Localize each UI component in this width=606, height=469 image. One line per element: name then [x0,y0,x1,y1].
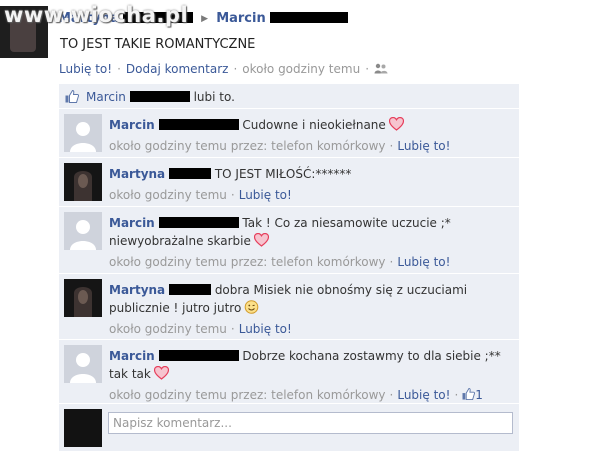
heart-icon [388,117,404,131]
comment-timestamp[interactable]: około godziny temu [109,188,227,202]
comment-text: Cudowne i nieokiełnane [242,118,386,132]
redacted-surname [168,168,211,179]
feedback-box: Marcin lubi to. Marcin Cudowne i nieokie… [59,84,519,451]
comment-like-link[interactable]: Lubię to! [239,188,292,202]
separator: · [365,62,370,76]
avatar[interactable] [64,279,102,317]
arrow-right-icon: ▶ [201,14,209,24]
comment-via: przez: telefon komórkowy [230,388,386,402]
avatar[interactable] [64,114,102,152]
smiley-icon [244,300,259,314]
redacted-surname [129,91,190,102]
comment-timestamp[interactable]: około godziny temu [109,388,227,402]
comment-text: TO JEST MIŁOŚĆ:****** [214,167,352,181]
comment-timestamp[interactable]: około godziny temu [109,255,227,269]
comment-author[interactable]: Marcin [109,118,155,132]
comment-author[interactable]: Marcin [109,216,155,230]
redacted-surname [158,217,239,228]
redacted-surname [168,284,211,295]
current-user-avatar [64,409,102,447]
people-icon[interactable] [374,63,388,74]
comment-like-link[interactable]: Lubię to! [397,139,450,153]
post-recipient-name[interactable]: Marcin [216,11,266,26]
comment-input[interactable] [108,412,513,434]
comment-like-link[interactable]: Lubię to! [397,255,450,269]
liker-name[interactable]: Marcin [86,90,126,104]
thumbs-up-icon [462,387,476,400]
comment: Martyna TO JEST MIŁOŚĆ:****** około godz… [59,158,519,207]
redacted-surname [269,12,348,23]
redacted-surname [158,119,239,130]
post-timestamp[interactable]: około godziny temu [242,62,360,76]
comment-like-link[interactable]: Lubię to! [397,388,450,402]
comment-like-link[interactable]: Lubię to! [239,322,292,336]
separator: · [233,62,238,76]
separator: · [230,188,235,202]
separator: · [389,255,394,269]
separator: · [230,322,235,336]
post-text: TO JEST TAKIE ROMANTYCZNE [60,37,256,52]
comment-author[interactable]: Martyna [109,167,165,181]
post-actions: Lubię to! · Dodaj komentarz · około godziny … [59,62,388,76]
likes-suffix: lubi to. [193,90,235,104]
heart-icon [253,233,269,247]
separator: · [389,388,394,402]
comment: Martyna dobra Misiek nie obnośmy się z u… [59,274,519,340]
separator: · [454,388,459,402]
redacted-surname [158,350,239,361]
comment-via: przez: telefon komórkowy [230,255,386,269]
comment: Marcin Dobrze kochana zostawmy to dla si… [59,340,519,404]
avatar[interactable] [64,163,102,201]
thumbs-up-icon [65,90,79,103]
comment: Marcin Cudowne i nieokiełnane około godz… [59,109,519,158]
like-count-value: 1 [475,388,483,402]
add-comment-link[interactable]: Dodaj komentarz [126,62,229,76]
comment-timestamp[interactable]: około godziny temu [109,322,227,336]
watermark: www.wiocha.pl [4,3,189,27]
comment-timestamp[interactable]: około godziny temu [109,139,227,153]
comment-like-count[interactable]: 1 [462,387,483,402]
separator: · [117,62,121,76]
avatar[interactable] [64,345,102,383]
separator: · [389,139,394,153]
like-link[interactable]: Lubię to! [59,62,112,76]
avatar[interactable] [64,212,102,250]
comment-author[interactable]: Martyna [109,283,165,297]
comment-author[interactable]: Marcin [109,349,155,363]
heart-icon [153,366,169,380]
comment-via: przez: telefon komórkowy [230,139,386,153]
comment-composer [59,404,519,451]
comment: Marcin Tak ! Co za niesamowite uczucie ;… [59,207,519,274]
likes-summary: Marcin lubi to. [59,84,519,109]
